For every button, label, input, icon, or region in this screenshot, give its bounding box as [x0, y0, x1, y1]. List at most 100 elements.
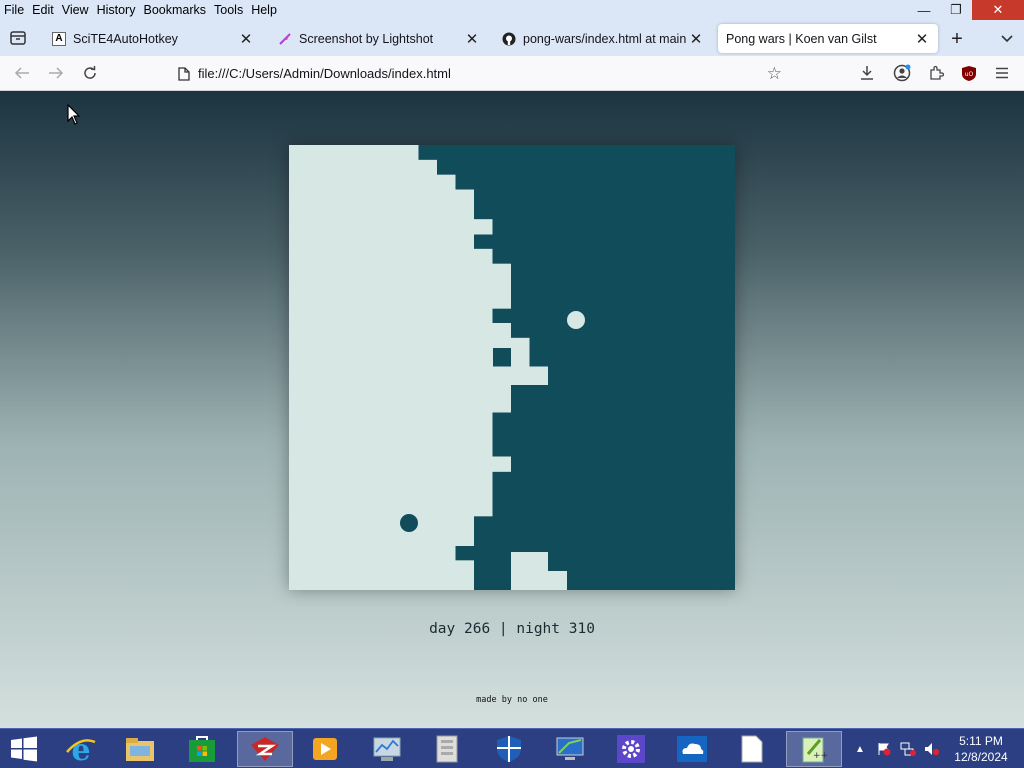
- day-territory-row: [289, 234, 474, 250]
- reload-icon: [84, 66, 96, 79]
- filezilla-icon: [251, 737, 279, 761]
- svg-text:++: ++: [813, 751, 828, 761]
- day-territory-row: [289, 248, 493, 265]
- day-territory-row: [289, 545, 456, 561]
- new-tab-button[interactable]: +: [945, 28, 969, 50]
- show-hidden-icons-chevron-icon[interactable]: ▲: [848, 729, 872, 768]
- windows-logo-icon: [11, 736, 37, 762]
- day-cell: [474, 459, 493, 478]
- downloads-button[interactable]: [855, 62, 879, 84]
- menu-help[interactable]: Help: [247, 0, 281, 20]
- tab-close-icon[interactable]: ✕: [688, 30, 704, 48]
- credit-text: made by no one: [476, 695, 548, 705]
- pong-wars-canvas[interactable]: [289, 145, 735, 590]
- clock-date: 12/8/2024: [954, 750, 1008, 764]
- day-territory-row: [289, 174, 456, 190]
- tab-lightshot[interactable]: Screenshot by Lightshot ✕: [270, 24, 488, 53]
- menu-tools[interactable]: Tools: [210, 0, 247, 20]
- taskbar-onedrive[interactable]: [664, 731, 720, 767]
- menu-file[interactable]: File: [0, 0, 28, 20]
- taskbar-remote-desktop[interactable]: [542, 731, 598, 767]
- puzzle-piece-icon: [930, 65, 944, 80]
- reload-button[interactable]: [78, 62, 102, 84]
- tab-github[interactable]: pong-wars/index.html at main ✕: [494, 24, 712, 53]
- close-window-button[interactable]: ✕: [972, 0, 1024, 20]
- address-bar[interactable]: file:///C:/Users/Admin/Downloads/index.h…: [168, 60, 792, 87]
- tab-title: Pong wars | Koen van Gilst: [726, 31, 877, 46]
- media-player-icon: [313, 738, 337, 760]
- tab-strip: A SciTE4AutoHotkey ✕ Screenshot by Light…: [0, 20, 1024, 56]
- network-icon[interactable]: [896, 729, 920, 768]
- minimize-button[interactable]: —: [908, 0, 940, 20]
- taskbar-clock[interactable]: 5:11 PM 12/8/2024: [945, 733, 1017, 765]
- scite-favicon-icon: A: [52, 31, 66, 46]
- day-territory-row: [289, 486, 493, 502]
- back-button[interactable]: [10, 62, 34, 84]
- store-bag-icon: [189, 736, 215, 762]
- start-button[interactable]: [4, 732, 44, 766]
- menu-view[interactable]: View: [58, 0, 93, 20]
- volume-muted-icon[interactable]: [920, 729, 944, 768]
- settings-gear-icon: [617, 735, 645, 763]
- tab-close-icon[interactable]: ✕: [238, 30, 254, 48]
- extensions-button[interactable]: [924, 62, 948, 84]
- defender-shield-icon: [497, 736, 521, 762]
- pong-wars-board: [289, 145, 735, 590]
- folder-icon: [126, 738, 154, 761]
- firefox-view-button[interactable]: [6, 27, 30, 49]
- firefox-view-icon: [10, 31, 26, 45]
- windows-taskbar: e ++ ▲ 5:11 PM 12/8/2024: [0, 728, 1024, 768]
- clock-time: 5:11 PM: [959, 734, 1003, 748]
- account-button[interactable]: [890, 62, 914, 84]
- action-center-flag-icon[interactable]: [872, 729, 896, 768]
- taskbar-notepad[interactable]: [724, 731, 780, 767]
- day-territory-row: [289, 471, 493, 487]
- day-territory-row: [289, 263, 511, 279]
- taskbar-media-player[interactable]: [297, 731, 353, 767]
- notepad-plus-plus-icon: ++: [802, 737, 828, 763]
- restore-button[interactable]: ❐: [940, 0, 972, 20]
- tab-pong-wars[interactable]: Pong wars | Koen van Gilst ✕: [718, 24, 938, 53]
- day-territory-row: [289, 515, 474, 532]
- account-icon: [893, 64, 911, 82]
- menu-edit[interactable]: Edit: [28, 0, 58, 20]
- mouse-cursor-icon: [67, 104, 81, 125]
- day-territory-row: [289, 145, 419, 161]
- day-territory-row: [289, 278, 511, 294]
- day-territory-row: [289, 501, 493, 517]
- page-icon: [178, 66, 190, 81]
- taskbar-store[interactable]: [174, 731, 230, 767]
- remote-desktop-icon: [556, 737, 584, 760]
- day-cell: [511, 366, 548, 385]
- taskbar-notepad-plus-plus[interactable]: ++: [786, 731, 842, 767]
- day-territory-row: [289, 382, 511, 398]
- taskbar-defender[interactable]: [481, 731, 537, 767]
- forward-button[interactable]: [44, 62, 68, 84]
- taskbar-performance-monitor[interactable]: [359, 731, 415, 767]
- day-cell: [511, 552, 548, 590]
- window-controls: — ❐ ✕: [908, 0, 1024, 20]
- day-territory-row: [289, 530, 474, 546]
- menu-bookmarks[interactable]: Bookmarks: [139, 0, 210, 20]
- tab-close-icon[interactable]: ✕: [464, 30, 480, 48]
- list-all-tabs-button[interactable]: [995, 28, 1019, 50]
- ublock-origin-button[interactable]: uO: [957, 62, 981, 84]
- menu-bar: File Edit View History Bookmarks Tools H…: [0, 0, 1024, 20]
- menu-history[interactable]: History: [93, 0, 140, 20]
- bookmark-star-icon[interactable]: ☆: [767, 64, 782, 84]
- taskbar-internet-explorer[interactable]: e: [53, 731, 109, 767]
- tab-close-icon[interactable]: ✕: [914, 30, 930, 48]
- navigation-bar: file:///C:/Users/Admin/Downloads/index.h…: [0, 56, 1024, 91]
- day-territory-row: [289, 308, 493, 324]
- taskbar-filezilla[interactable]: [237, 731, 293, 767]
- taskbar-settings[interactable]: [603, 731, 659, 767]
- taskbar-file-archive[interactable]: [419, 731, 475, 767]
- app-menu-button[interactable]: [990, 62, 1014, 84]
- url-text: file:///C:/Users/Admin/Downloads/index.h…: [198, 66, 451, 81]
- taskbar-file-explorer[interactable]: [112, 731, 168, 767]
- github-icon: [502, 32, 516, 46]
- night-ball: [400, 514, 418, 532]
- tab-scite[interactable]: A SciTE4AutoHotkey ✕: [44, 24, 262, 53]
- day-territory-row: [289, 397, 511, 413]
- day-territory-row: [289, 426, 493, 443]
